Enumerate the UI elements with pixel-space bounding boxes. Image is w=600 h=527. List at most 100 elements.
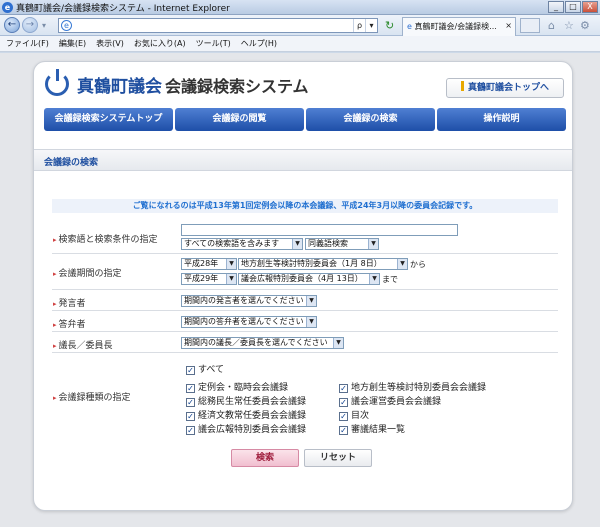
ie-logo-icon: e — [2, 1, 13, 13]
from-year-value: 平成28年 — [184, 259, 219, 268]
checkbox-checked-icon: ✓ — [339, 412, 348, 421]
from-suffix: から — [410, 260, 426, 269]
type-label: 経済文教常任委員会会議録 — [198, 411, 307, 421]
chevron-down-icon: ▼ — [333, 338, 343, 348]
type-all-label: すべて — [198, 365, 225, 375]
type-checkbox[interactable]: ✓ 目次 — [339, 408, 369, 421]
page-icon: e — [61, 20, 72, 31]
chair-select[interactable]: 期間内の議長／委員長を選んでください ▼ — [181, 337, 344, 349]
type-label: 審議結果一覧 — [351, 425, 406, 435]
to-meeting-select[interactable]: 議会広報特別委員会（4月 13日） ▼ — [238, 273, 380, 285]
type-label: 地方創生等検討特別委員会会議録 — [351, 383, 487, 393]
global-nav: 会議録検索システムトップ 会議録の閲覧 会議録の検索 操作説明 — [44, 108, 566, 131]
keyword-label: 検索語と検索条件の指定 — [53, 232, 158, 245]
type-checkbox[interactable]: ✓ 総務民生常任委員会会議録 — [186, 394, 306, 407]
speaker-value: 期間内の発言者を選んでください — [184, 296, 304, 305]
type-checkbox[interactable]: ✓ 定例会・臨時会会議録 — [186, 380, 288, 393]
divider — [52, 331, 558, 332]
checkbox-checked-icon: ✓ — [339, 384, 348, 393]
chevron-down-icon: ▼ — [306, 317, 316, 327]
address-search-icon[interactable]: ρ — [353, 19, 365, 32]
divider — [52, 253, 558, 254]
type-checkbox[interactable]: ✓ 経済文教常任委員会会議録 — [186, 408, 306, 421]
chevron-down-icon: ▼ — [292, 239, 302, 249]
address-dropdown-icon[interactable]: ▾ — [365, 19, 377, 32]
synonym-value: 同義語検索 — [308, 239, 348, 248]
checkbox-checked-icon: ✓ — [186, 384, 195, 393]
nav-system-top[interactable]: 会議録検索システムトップ — [44, 108, 173, 131]
type-checkbox[interactable]: ✓ 審議結果一覧 — [339, 422, 405, 435]
window-titlebar: e 真鶴町議会/会議録検索システム - Internet Explorer _ … — [0, 0, 600, 15]
council-top-link[interactable]: 真鶴町議会トップへ — [446, 78, 564, 98]
checkbox-checked-icon: ✓ — [339, 398, 348, 407]
menu-edit[interactable]: 編集(E) — [59, 38, 86, 49]
home-icon[interactable]: ⌂ — [548, 19, 555, 32]
from-meeting-select[interactable]: 地方創生等検討特別委員会（1月 8日） ▼ — [238, 258, 408, 270]
refresh-icon[interactable]: ↻ — [385, 19, 394, 32]
recent-pages-dropdown-icon[interactable]: ▾ — [42, 21, 46, 30]
type-checkbox[interactable]: ✓ 議会運営委員会会議録 — [339, 394, 441, 407]
type-label: 定例会・臨時会会議録 — [198, 383, 289, 393]
tab-close-icon[interactable]: × — [505, 21, 512, 30]
keyword-input[interactable] — [181, 224, 458, 236]
chevron-down-icon: ▼ — [226, 259, 236, 269]
to-suffix: まで — [382, 275, 398, 284]
search-button[interactable]: 検索 — [231, 449, 299, 467]
notice-text: ご覧になれるのは平成13年第1回定例会以降の本会議録、平成24年3月以降の委員会… — [52, 199, 558, 213]
close-button[interactable]: X — [582, 1, 598, 13]
site-name: 真鶴町議会 — [77, 77, 162, 97]
period-label: 会議期間の指定 — [53, 266, 122, 279]
type-label: 総務民生常任委員会会議録 — [198, 397, 307, 407]
answerer-value: 期間内の答弁者を選んでください — [184, 317, 304, 326]
to-year-select[interactable]: 平成29年 ▼ — [181, 273, 237, 285]
checkbox-checked-icon: ✓ — [186, 366, 195, 375]
checkbox-checked-icon: ✓ — [186, 412, 195, 421]
maximize-button[interactable]: □ — [565, 1, 581, 13]
checkbox-checked-icon: ✓ — [186, 398, 195, 407]
divider — [52, 289, 558, 290]
nav-browse[interactable]: 会議録の閲覧 — [175, 108, 304, 131]
site-logo-icon — [45, 69, 69, 96]
type-checkbox[interactable]: ✓ 議会広報特別委員会会議録 — [186, 422, 306, 435]
type-all-checkbox[interactable]: ✓ すべて — [186, 362, 224, 375]
divider — [52, 310, 558, 311]
chevron-down-icon: ▼ — [369, 274, 379, 284]
to-year-value: 平成29年 — [184, 274, 219, 283]
checkbox-checked-icon: ✓ — [339, 426, 348, 435]
menu-favorites[interactable]: お気に入り(A) — [134, 38, 186, 49]
section-header: 会議録の検索 — [34, 149, 572, 171]
divider — [52, 352, 558, 353]
favorites-star-icon[interactable]: ☆ — [564, 19, 574, 32]
back-icon[interactable]: ← — [4, 17, 20, 33]
chevron-down-icon: ▼ — [306, 296, 316, 306]
forward-icon[interactable]: → — [22, 17, 38, 33]
types-label: 会議録種類の指定 — [53, 390, 131, 403]
speaker-select[interactable]: 期間内の発言者を選んでください ▼ — [181, 295, 317, 307]
browser-tab[interactable]: e 真鶴町議会/会議録検... × — [402, 17, 516, 36]
nav-search[interactable]: 会議録の検索 — [306, 108, 435, 131]
nav-help[interactable]: 操作説明 — [437, 108, 566, 131]
menu-file[interactable]: ファイル(F) — [6, 38, 49, 49]
reset-button[interactable]: リセット — [304, 449, 372, 467]
synonym-select[interactable]: 同義語検索 ▼ — [305, 238, 379, 250]
to-meeting-value: 議会広報特別委員会（4月 13日） — [241, 274, 363, 283]
from-year-select[interactable]: 平成28年 ▼ — [181, 258, 237, 270]
checkbox-checked-icon: ✓ — [186, 426, 195, 435]
menu-tools[interactable]: ツール(T) — [196, 38, 231, 49]
keyword-condition-select[interactable]: すべての検索語を含みます ▼ — [181, 238, 303, 250]
menu-help[interactable]: ヘルプ(H) — [241, 38, 277, 49]
minimize-button[interactable]: _ — [548, 1, 564, 13]
chair-value: 期間内の議長／委員長を選んでください — [184, 338, 328, 347]
chevron-down-icon: ▼ — [368, 239, 378, 249]
type-label: 議会運営委員会会議録 — [351, 397, 442, 407]
address-bar[interactable]: e ρ ▾ — [58, 18, 378, 33]
new-tab-button[interactable] — [520, 18, 540, 33]
answerer-select[interactable]: 期間内の答弁者を選んでください ▼ — [181, 316, 317, 328]
browser-navbar: ← → ▾ e ρ ▾ ↻ e 真鶴町議会/会議録検... × ⌂ ☆ ⚙ — [0, 15, 600, 36]
type-label: 議会広報特別委員会会議録 — [198, 425, 307, 435]
tools-gear-icon[interactable]: ⚙ — [580, 19, 590, 32]
type-checkbox[interactable]: ✓ 地方創生等検討特別委員会会議録 — [339, 380, 486, 393]
chair-label: 議長／委員長 — [53, 338, 113, 351]
window-title: 真鶴町議会/会議録検索システム - Internet Explorer — [16, 3, 230, 14]
menu-view[interactable]: 表示(V) — [96, 38, 124, 49]
